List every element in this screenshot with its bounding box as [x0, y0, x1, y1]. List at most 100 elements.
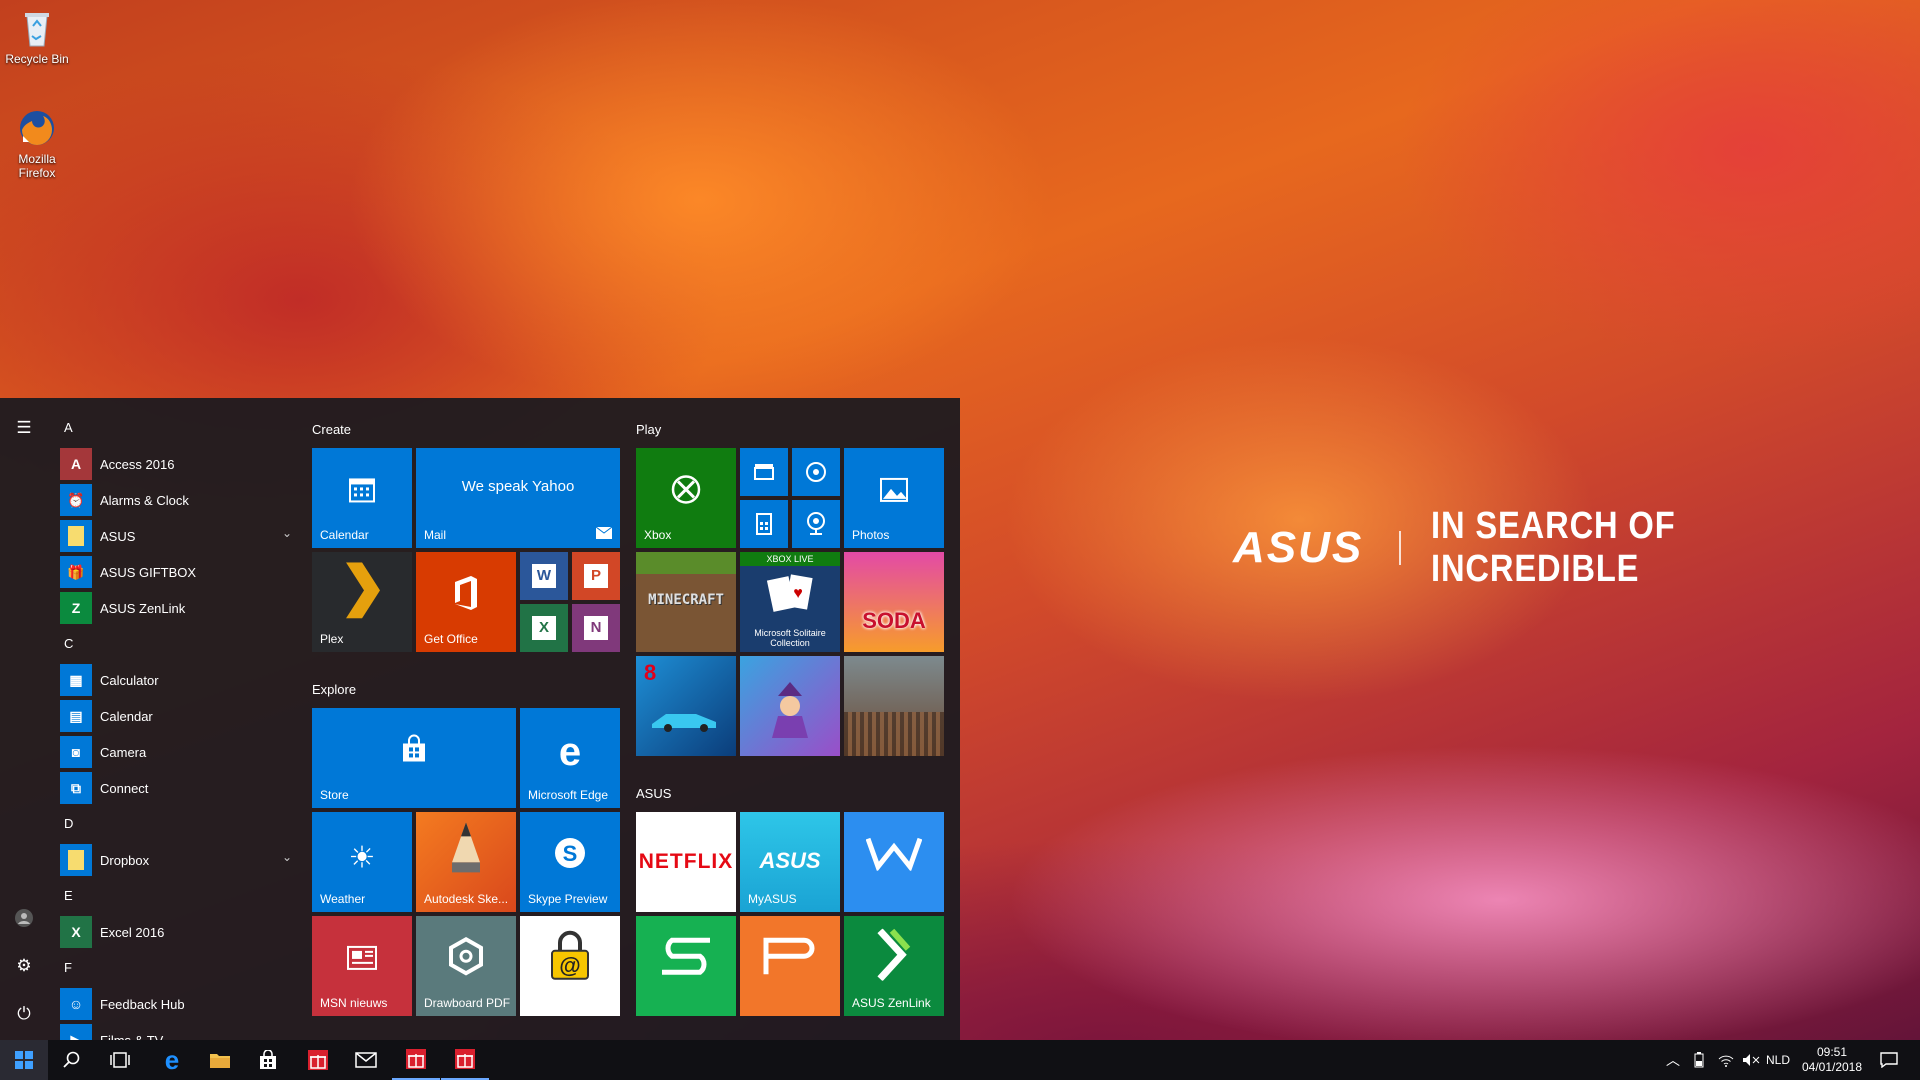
firefox-shortcut[interactable]: Mozilla Firefox: [0, 108, 74, 180]
pencil-icon: [416, 822, 516, 886]
tile-photos[interactable]: Photos: [844, 448, 944, 548]
tile-drawboard-pdf[interactable]: Drawboard PDF: [416, 916, 516, 1016]
tile-msn-nieuws[interactable]: MSN nieuws: [312, 916, 412, 1016]
app-icon: ▤: [60, 700, 92, 732]
app-list-item[interactable]: ▦ Calculator: [60, 662, 300, 698]
edge-taskbar-icon[interactable]: e: [148, 1040, 196, 1080]
app-list-item[interactable]: ▶ Films & TV: [60, 1022, 300, 1040]
tile-wps-spreadsheets[interactable]: [636, 916, 736, 1016]
app-icon: X: [60, 916, 92, 948]
tile-xbox[interactable]: Xbox: [636, 448, 736, 548]
tile-netflix[interactable]: NETFLIX: [636, 812, 736, 912]
app-list-item[interactable]: ▤ Calendar: [60, 698, 300, 734]
tile-get-office[interactable]: Get Office: [416, 552, 516, 652]
wifi-icon[interactable]: [1718, 1040, 1734, 1080]
tile-candy-crush-soda[interactable]: SODA: [844, 552, 944, 652]
clapperboard-icon: [754, 462, 774, 483]
app-list-item-label: Calculator: [100, 672, 159, 688]
expand-chevron-icon[interactable]: ⌄: [282, 526, 292, 540]
tile-excel[interactable]: X: [520, 604, 568, 652]
tile-minecraft[interactable]: MINECRAFT: [636, 552, 736, 652]
tile-plex[interactable]: Plex: [312, 552, 412, 652]
tile-store[interactable]: Store: [312, 708, 516, 808]
app-list-item[interactable]: ASUS ⌄: [60, 518, 300, 554]
app-list-item[interactable]: X Excel 2016: [60, 914, 300, 950]
hamburger-menu-icon[interactable]: ☰: [10, 414, 38, 442]
tile-groove-music[interactable]: [792, 448, 840, 496]
show-hidden-icons-chevron-icon[interactable]: ︿: [1666, 1040, 1680, 1080]
start-button[interactable]: [0, 1040, 48, 1080]
tile-weather[interactable]: ☀ Weather: [312, 812, 412, 912]
app-list-letter-header[interactable]: A: [60, 410, 300, 446]
tile-calculator[interactable]: [740, 500, 788, 548]
clock[interactable]: 09:51 04/01/2018: [1800, 1040, 1864, 1080]
tile-edge[interactable]: e Microsoft Edge: [520, 708, 620, 808]
tile-skype-preview[interactable]: S Skype Preview: [520, 812, 620, 912]
power-icon[interactable]: ⏻: [10, 1000, 38, 1028]
tile-mail[interactable]: We speak Yahoo Mail: [416, 448, 620, 548]
tile-myasus[interactable]: ASUS MyASUS: [740, 812, 840, 912]
app-list-item-label: ASUS: [100, 528, 136, 544]
group-label-create: Create: [312, 422, 352, 437]
app-list: A A Access 2016 ⏰ Alarms & Clock ASUS ⌄ 🎁 ASUS G…: [60, 410, 300, 1040]
newspaper-icon: [312, 945, 412, 979]
action-center-notification-icon[interactable]: [1880, 1040, 1898, 1080]
padlock-at-icon: @: [520, 929, 620, 989]
giftbox-running-icon-2[interactable]: [441, 1040, 489, 1080]
tile-bubble-witch-3[interactable]: [740, 656, 840, 756]
file-explorer-icon[interactable]: [196, 1040, 244, 1080]
battery-icon[interactable]: [1694, 1040, 1704, 1080]
playing-cards-icon: ♥: [766, 572, 814, 619]
app-list-letter-header[interactable]: F: [60, 950, 300, 986]
task-view-icon[interactable]: [96, 1040, 144, 1080]
tile-camera[interactable]: [792, 500, 840, 548]
tile-asus-zenlink[interactable]: ASUS ZenLink: [844, 916, 944, 1016]
app-list-item[interactable]: A Access 2016: [60, 446, 300, 482]
store-taskbar-icon[interactable]: [244, 1040, 292, 1080]
app-list-letter-header[interactable]: D: [60, 806, 300, 842]
giftbox-taskbar-icon[interactable]: [294, 1040, 342, 1080]
tile-email-lock-app[interactable]: @: [520, 916, 620, 1016]
settings-gear-icon[interactable]: ⚙: [10, 952, 38, 980]
app-list-item-label: Access 2016: [100, 456, 175, 472]
app-list-letter-header[interactable]: C: [60, 626, 300, 662]
skype-icon: S: [520, 836, 620, 878]
svg-text:@: @: [559, 953, 580, 978]
input-language[interactable]: NLD: [1766, 1040, 1790, 1080]
clock-time: 09:51: [1816, 1045, 1848, 1059]
mail-taskbar-icon[interactable]: [342, 1040, 390, 1080]
webcam-icon: [806, 512, 826, 539]
app-list-item[interactable]: Dropbox ⌄: [60, 842, 300, 878]
search-icon[interactable]: [48, 1040, 96, 1080]
app-list-item[interactable]: ⏰ Alarms & Clock: [60, 482, 300, 518]
recycle-bin-shortcut[interactable]: Recycle Bin: [0, 8, 74, 66]
tile-onenote[interactable]: N: [572, 604, 620, 652]
volume-muted-icon[interactable]: [1742, 1040, 1760, 1080]
tile-autodesk-sketchbook[interactable]: Autodesk Ske...: [416, 812, 516, 912]
tile-word[interactable]: W: [520, 552, 568, 600]
tile-march-of-empires[interactable]: [844, 656, 944, 756]
tile-asphalt-8[interactable]: 8: [636, 656, 736, 756]
office-icon: [416, 575, 516, 618]
tile-powerpoint[interactable]: P: [572, 552, 620, 600]
tile-films-tv[interactable]: [740, 448, 788, 496]
tile-solitaire[interactable]: XBOX LIVE ♥ Microsoft Solitaire Collecti…: [740, 552, 840, 652]
recycle-bin-label: Recycle Bin: [5, 52, 69, 66]
app-list-letter-header[interactable]: E: [60, 878, 300, 914]
tile-wps-presentation[interactable]: [740, 916, 840, 1016]
app-list-item[interactable]: 🎁 ASUS GIFTBOX: [60, 554, 300, 590]
app-list-item[interactable]: ◙ Camera: [60, 734, 300, 770]
app-list-item[interactable]: ⧉ Connect: [60, 770, 300, 806]
asus-branding: ASUS IN SEARCH OF INCREDIBLE: [1233, 505, 1920, 591]
clock-date: 04/01/2018: [1801, 1060, 1863, 1074]
tile-calendar[interactable]: Calendar: [312, 448, 412, 548]
app-icon: Z: [60, 592, 92, 624]
user-account-icon[interactable]: [10, 904, 38, 932]
app-list-item-label: Feedback Hub: [100, 996, 185, 1012]
expand-chevron-icon[interactable]: ⌄: [282, 850, 292, 864]
tile-wps-writer[interactable]: [844, 812, 944, 912]
folder-icon: [60, 844, 92, 876]
app-list-item[interactable]: ☺ Feedback Hub: [60, 986, 300, 1022]
giftbox-running-icon-1[interactable]: [392, 1040, 440, 1080]
app-list-item[interactable]: Z ASUS ZenLink: [60, 590, 300, 626]
